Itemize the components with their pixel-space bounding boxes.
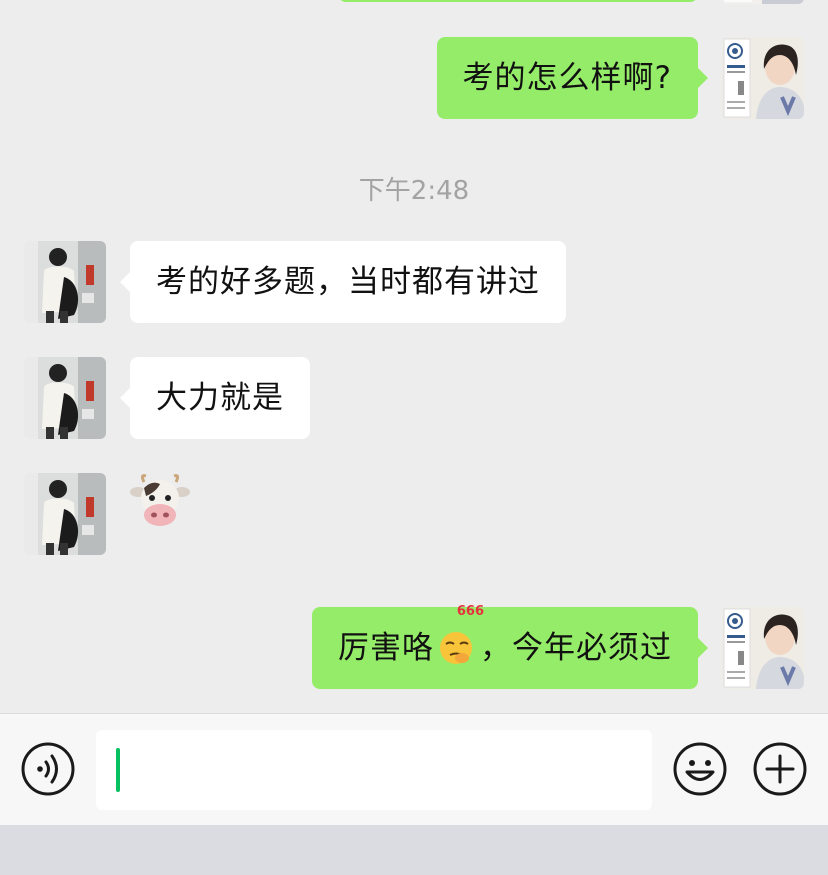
message-text-part: 厉害咯 xyxy=(338,630,434,666)
plus-icon[interactable] xyxy=(752,741,808,797)
message-bubble-sent[interactable]: 考的怎么样啊? xyxy=(436,37,708,119)
bubble-tail xyxy=(697,67,708,89)
message-text: 大力就是 xyxy=(156,380,284,416)
text-caret xyxy=(116,748,120,792)
voice-input-icon[interactable] xyxy=(20,741,76,797)
chat-area[interactable]: 考的怎么样啊? 下午2:48 考的好多题，当时都有讲过 大力就是 厉害咯 666… xyxy=(0,0,828,713)
thinking-666-emoji: 666 xyxy=(436,605,484,664)
input-bar xyxy=(0,713,828,825)
message-text: 考的怎么样啊? xyxy=(462,60,672,96)
cow-face-emoji[interactable] xyxy=(130,474,190,530)
my-avatar[interactable] xyxy=(722,37,804,119)
bubble-tail xyxy=(120,387,131,409)
previous-message-bubble[interactable] xyxy=(338,0,698,2)
message-bubble-sent[interactable]: 厉害咯 666 ，今年必须过 xyxy=(312,605,708,689)
contact-avatar[interactable] xyxy=(24,473,106,555)
message-bubble-received[interactable]: 大力就是 xyxy=(120,357,310,439)
message-bubble-received[interactable]: 考的好多题，当时都有讲过 xyxy=(120,241,566,323)
emoji-icon[interactable] xyxy=(672,741,728,797)
contact-avatar[interactable] xyxy=(24,241,106,323)
keyboard-area xyxy=(0,825,828,875)
my-avatar[interactable] xyxy=(722,607,804,689)
message-text-part: ，今年必须过 xyxy=(480,630,672,666)
message-input[interactable] xyxy=(96,730,652,810)
message-text: 考的好多题，当时都有讲过 xyxy=(156,264,540,300)
my-avatar[interactable] xyxy=(722,0,804,4)
bubble-tail xyxy=(120,271,131,293)
contact-avatar[interactable] xyxy=(24,357,106,439)
time-divider: 下午2:48 xyxy=(358,176,470,206)
emoji-666-label: 666 xyxy=(456,604,484,619)
bubble-tail xyxy=(697,637,708,659)
